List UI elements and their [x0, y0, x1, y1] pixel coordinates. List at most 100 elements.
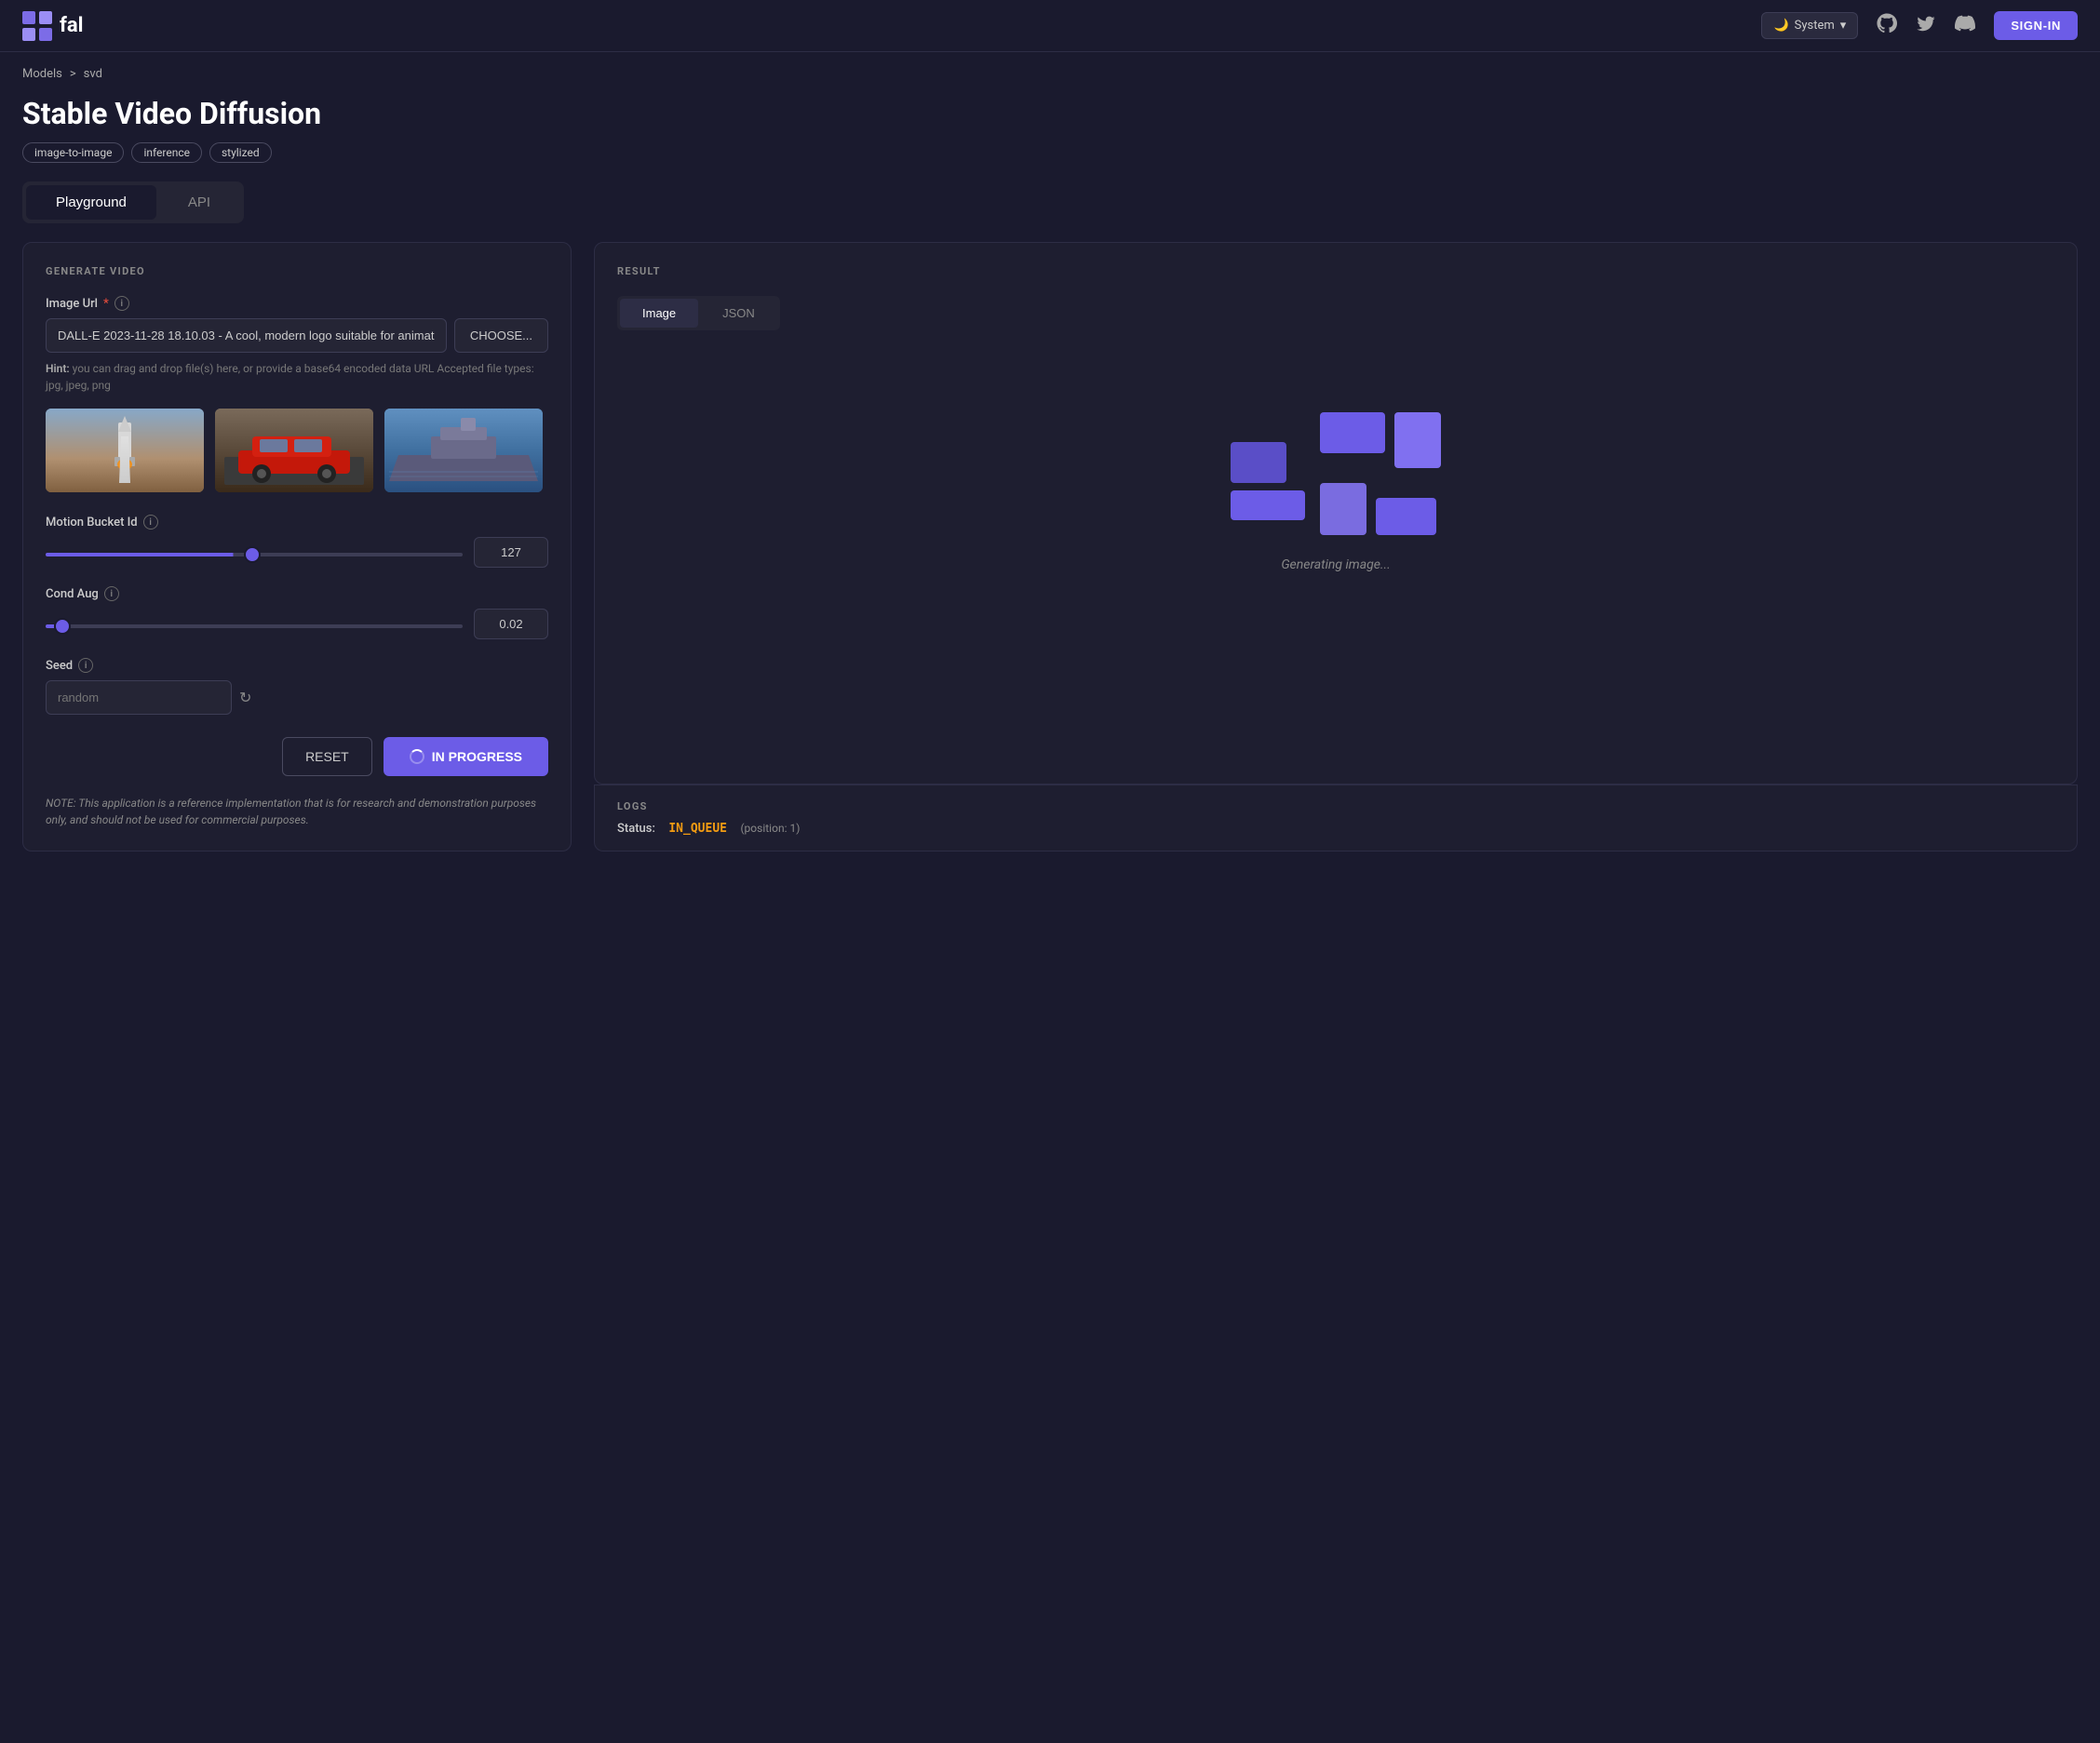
header-right: 🌙 System ▾ SIGN-IN: [1761, 11, 2078, 40]
fal-block-4: [1394, 412, 1441, 468]
fal-block-2: [1231, 490, 1305, 520]
image-url-label-text: Image Url: [46, 297, 98, 311]
required-indicator: *: [103, 297, 109, 311]
right-panel: RESULT Image JSON: [594, 242, 2078, 851]
breadcrumb-current: svd: [84, 67, 102, 81]
result-panel: RESULT Image JSON: [594, 242, 2078, 784]
image-url-input[interactable]: [46, 318, 447, 353]
header-left: fal: [22, 11, 83, 41]
cond-aug-label-text: Cond Aug: [46, 587, 99, 601]
breadcrumb: Models > svd: [22, 67, 2078, 81]
breadcrumb-sep: >: [70, 67, 76, 81]
hint-text: Hint: you can drag and drop file(s) here…: [46, 360, 548, 394]
car-svg: [215, 409, 373, 492]
cond-aug-slider-row: [46, 609, 548, 639]
cond-aug-label: Cond Aug i: [46, 586, 548, 601]
tag-image-to-image: image-to-image: [22, 142, 124, 163]
motion-bucket-value-input[interactable]: [474, 537, 548, 568]
action-buttons: RESET IN PROGRESS: [46, 737, 548, 776]
theme-label: System: [1795, 19, 1835, 33]
result-tab-json[interactable]: JSON: [700, 299, 777, 328]
fal-block-5: [1320, 483, 1366, 535]
logs-title: LOGS: [617, 800, 2054, 812]
fal-logo-pattern: [1231, 412, 1441, 535]
fal-bottom-row: [1320, 483, 1441, 535]
preview-rocket[interactable]: [46, 409, 204, 492]
sign-in-button[interactable]: SIGN-IN: [1994, 11, 2078, 40]
tag-inference: inference: [131, 142, 202, 163]
breadcrumb-models[interactable]: Models: [22, 67, 62, 81]
motion-bucket-label-text: Motion Bucket Id: [46, 516, 138, 530]
status-key-label: Status:: [617, 822, 655, 836]
theme-selector[interactable]: 🌙 System ▾: [1761, 12, 1858, 39]
ship-svg: [384, 409, 543, 492]
main-tabs: Playground API: [22, 181, 244, 223]
result-tab-image[interactable]: Image: [620, 299, 698, 328]
seed-label-text: Seed: [46, 659, 73, 673]
tag-stylized: stylized: [209, 142, 272, 163]
in-progress-label: IN PROGRESS: [432, 749, 522, 764]
chevron-down-icon: ▾: [1840, 19, 1847, 33]
generating-text: Generating image...: [1281, 557, 1390, 572]
fal-left-blocks: [1231, 442, 1305, 520]
tags-container: image-to-image inference stylized: [22, 142, 2078, 163]
log-status: Status: IN_QUEUE (position: 1): [617, 822, 2054, 836]
fal-right-blocks: [1320, 412, 1441, 535]
motion-bucket-info-icon[interactable]: i: [143, 515, 158, 530]
in-progress-button[interactable]: IN PROGRESS: [384, 737, 548, 776]
url-input-row: CHOOSE...: [46, 318, 548, 353]
choose-button[interactable]: CHOOSE...: [454, 318, 548, 353]
logo-icon: [22, 11, 52, 41]
spinner-icon: [410, 749, 424, 764]
status-value: IN_QUEUE: [668, 822, 727, 836]
motion-bucket-slider-row: [46, 537, 548, 568]
cond-aug-slider[interactable]: [46, 624, 463, 628]
seed-info-icon[interactable]: i: [78, 658, 93, 673]
refresh-icon[interactable]: ↻: [239, 689, 251, 706]
cond-aug-section: Cond Aug i: [46, 586, 548, 639]
tabs-section: Playground API: [0, 181, 2100, 242]
logo[interactable]: fal: [22, 11, 83, 41]
seed-input-row: ↻: [46, 680, 548, 715]
hint-bold: Hint:: [46, 362, 70, 375]
preview-car[interactable]: [215, 409, 373, 492]
fal-block-3: [1320, 412, 1385, 453]
note-text: NOTE: This application is a reference im…: [46, 795, 548, 828]
moon-icon: 🌙: [1773, 19, 1788, 33]
seed-label: Seed i: [46, 658, 548, 673]
generating-area: Generating image...: [617, 353, 2054, 632]
result-tabs: Image JSON: [617, 296, 780, 330]
tab-api[interactable]: API: [158, 185, 240, 220]
motion-bucket-section: Motion Bucket Id i: [46, 515, 548, 568]
fal-block-6: [1376, 498, 1436, 535]
cond-aug-info-icon[interactable]: i: [104, 586, 119, 601]
seed-input[interactable]: [46, 680, 232, 715]
main-content: GENERATE VIDEO Image Url * i CHOOSE... H…: [0, 242, 2100, 851]
page-title-section: Stable Video Diffusion image-to-image in…: [0, 88, 2100, 181]
breadcrumb-section: Models > svd: [0, 52, 2100, 88]
motion-bucket-label: Motion Bucket Id i: [46, 515, 548, 530]
generate-video-title: GENERATE VIDEO: [46, 265, 548, 277]
cond-aug-slider-wrapper: [46, 617, 463, 632]
left-panel: GENERATE VIDEO Image Url * i CHOOSE... H…: [22, 242, 572, 851]
fal-block-1: [1231, 442, 1286, 483]
logs-panel: LOGS Status: IN_QUEUE (position: 1): [594, 785, 2078, 851]
twitter-icon[interactable]: [1916, 13, 1936, 38]
rocket-svg: [46, 409, 204, 492]
page-title: Stable Video Diffusion: [22, 96, 2078, 131]
fal-top-row: [1320, 412, 1441, 468]
tab-playground[interactable]: Playground: [26, 185, 156, 220]
header: fal 🌙 System ▾ SIGN-IN: [0, 0, 2100, 52]
cond-aug-value-input[interactable]: [474, 609, 548, 639]
discord-icon[interactable]: [1955, 13, 1975, 38]
result-title: RESULT: [617, 265, 2054, 277]
motion-bucket-slider-wrapper: [46, 545, 463, 560]
reset-button[interactable]: RESET: [282, 737, 372, 776]
status-position: (position: 1): [740, 822, 800, 835]
image-url-info-icon[interactable]: i: [114, 296, 129, 311]
motion-bucket-slider[interactable]: [46, 553, 463, 556]
hint-content: you can drag and drop file(s) here, or p…: [46, 362, 534, 392]
github-icon[interactable]: [1877, 13, 1897, 38]
preview-ship[interactable]: [384, 409, 543, 492]
image-url-field: Image Url * i CHOOSE... Hint: you can dr…: [46, 296, 548, 394]
